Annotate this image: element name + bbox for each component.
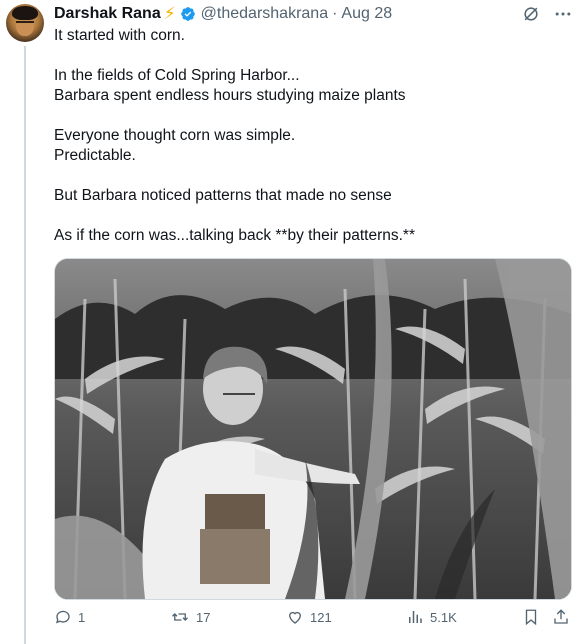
author-name[interactable]: Darshak Rana: [54, 5, 161, 23]
repost-icon: [170, 608, 190, 626]
views-button[interactable]: 5.1K: [406, 608, 457, 626]
tweet-text: It started with corn. In the fields of C…: [54, 26, 574, 246]
reply-button[interactable]: 1: [54, 608, 85, 626]
like-icon: [286, 608, 304, 626]
tweet-date[interactable]: Aug 28: [341, 5, 392, 23]
thread-line: [24, 46, 26, 644]
like-button[interactable]: 121: [286, 608, 332, 626]
text-line: Everyone thought corn was simple.: [54, 127, 296, 144]
separator-dot: ·: [332, 5, 338, 22]
grok-icon[interactable]: [521, 4, 541, 24]
tweet[interactable]: Darshak Rana ⚡ @thedarshakrana · Aug 28 …: [0, 0, 587, 644]
avatar-glasses: [16, 21, 34, 28]
avatar-hair: [12, 6, 38, 20]
share-icon: [552, 608, 570, 626]
tweet-photo[interactable]: [54, 258, 572, 600]
action-bar: 1 17 121 5.1K: [54, 608, 574, 632]
repost-button[interactable]: 17: [170, 608, 210, 626]
text-line: Barbara spent endless hours studying mai…: [54, 87, 406, 104]
text-line: But Barbara noticed patterns that made n…: [54, 187, 392, 204]
text-line: In the fields of Cold Spring Harbor...: [54, 67, 300, 84]
verified-badge-icon: [180, 6, 196, 22]
text-line: As if the corn was...talking back **by t…: [54, 227, 415, 244]
views-icon: [406, 608, 424, 626]
photo-illustration: [55, 259, 571, 599]
author-handle[interactable]: @thedarshakrana: [201, 5, 328, 23]
bookmark-button[interactable]: [522, 608, 540, 626]
like-count: 121: [310, 609, 332, 625]
top-icons: [521, 4, 573, 24]
reply-icon: [54, 608, 72, 626]
share-button[interactable]: [552, 608, 570, 626]
repost-count: 17: [196, 609, 211, 625]
tweet-header: Darshak Rana ⚡ @thedarshakrana · Aug 28: [54, 3, 392, 25]
bolt-emoji: ⚡: [163, 4, 176, 23]
more-icon[interactable]: [553, 4, 573, 24]
avatar[interactable]: [6, 4, 44, 42]
text-line: It started with corn.: [54, 27, 185, 44]
text-line: Predictable.: [54, 147, 136, 164]
reply-count: 1: [78, 609, 86, 625]
bookmark-icon: [522, 608, 540, 626]
views-count: 5.1K: [430, 609, 457, 625]
